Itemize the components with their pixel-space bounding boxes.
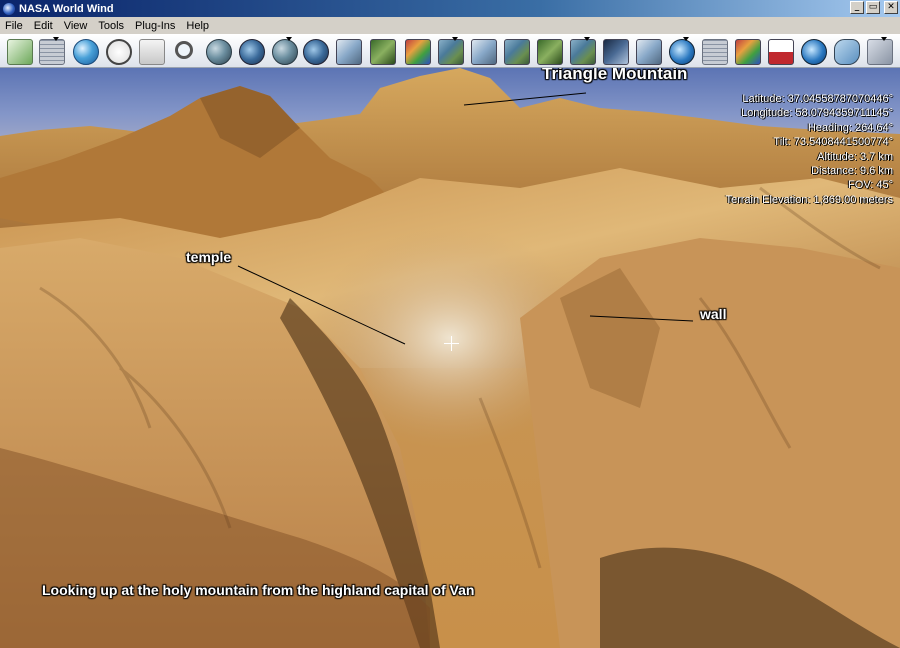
- caption: Looking up at the holy mountain from the…: [42, 582, 475, 598]
- heading-readout: Heading: 264.64°: [807, 121, 893, 134]
- layers-icon[interactable]: [7, 39, 33, 65]
- settings-dropdown-icon[interactable]: [867, 37, 893, 65]
- flag-icon[interactable]: [768, 39, 794, 65]
- disaster-icon[interactable]: [735, 39, 761, 65]
- srtm-icon[interactable]: [336, 39, 362, 65]
- earth-dropdown-icon[interactable]: [239, 39, 265, 65]
- toolbar: [0, 34, 900, 68]
- altitude-readout: Altitude: 3.7 km: [817, 150, 893, 163]
- menu-plugins[interactable]: Plug-Ins: [130, 20, 181, 32]
- menu-view[interactable]: View: [59, 20, 94, 32]
- label-temple: temple: [186, 249, 232, 265]
- globe-coin-icon[interactable]: [801, 39, 827, 65]
- usgs-grid-icon[interactable]: [636, 39, 662, 65]
- modis-icon[interactable]: [370, 39, 396, 65]
- chevron-down-icon: [584, 37, 590, 41]
- minimize-button[interactable]: _: [850, 1, 864, 14]
- scanned-map-icon[interactable]: [471, 39, 497, 65]
- maximize-button[interactable]: ▭: [866, 1, 880, 14]
- window-controls: _ ▭ ✕: [850, 1, 898, 14]
- nlt-landsat-icon[interactable]: [537, 39, 563, 65]
- landsat-icon[interactable]: [303, 39, 329, 65]
- globe-search-icon[interactable]: [669, 37, 695, 65]
- menu-edit[interactable]: Edit: [29, 20, 59, 32]
- menu-file[interactable]: File: [0, 20, 29, 32]
- geocover-icon[interactable]: [405, 39, 431, 65]
- latitude-readout: Latitude: 37.04558787070446°: [742, 93, 893, 105]
- menu-tools[interactable]: Tools: [93, 20, 130, 32]
- fov-readout: FOV: 45°: [848, 179, 893, 192]
- earth-icon[interactable]: [206, 39, 232, 65]
- menu-bar: File Edit View Tools Plug-Ins Help: [0, 17, 900, 34]
- chevron-down-icon: [286, 37, 292, 41]
- distance-readout: Distance: 9.6 km: [811, 165, 893, 178]
- window-title: NASA World Wind: [19, 2, 114, 15]
- chevron-down-icon: [683, 37, 689, 41]
- label-wall: wall: [700, 306, 727, 322]
- placenames-grid-icon[interactable]: [39, 37, 65, 65]
- title-bar: NASA World Wind _ ▭ ✕: [0, 0, 900, 17]
- close-button[interactable]: ✕: [884, 1, 898, 14]
- search-icon[interactable]: [175, 41, 193, 59]
- world-add-icon[interactable]: [272, 37, 298, 65]
- longitude-readout: Longitude: 58.0794359711145°: [740, 107, 893, 120]
- menu-help[interactable]: Help: [181, 20, 215, 32]
- document-icon[interactable]: [139, 39, 165, 65]
- nasa-logo-icon: [3, 2, 15, 15]
- chevron-down-icon: [452, 37, 458, 41]
- terrain-elevation-readout: Terrain Elevation: 1,869.00 meters: [725, 193, 893, 206]
- crosshair-icon: [444, 336, 459, 351]
- chevron-down-icon: [881, 37, 887, 41]
- rapidfire-icon[interactable]: [438, 37, 464, 65]
- label-triangle-mountain: Triangle Mountain: [542, 68, 688, 83]
- usgs-icon[interactable]: [504, 39, 530, 65]
- position-info-panel: Latitude: 37.04558787070446° Longitude: …: [725, 92, 893, 207]
- grid-lines-icon[interactable]: [702, 39, 728, 65]
- topo-map-icon[interactable]: [570, 37, 596, 65]
- satellite-dropdown-icon[interactable]: [603, 39, 629, 65]
- tilt-readout: Tilt: 73.5408441500774°: [773, 136, 893, 149]
- clock-icon[interactable]: [106, 39, 132, 65]
- chevron-down-icon: [53, 37, 59, 41]
- globe-viewport[interactable]: Triangle Mountain temple wall Looking up…: [0, 68, 900, 648]
- latlon-grid-icon[interactable]: [73, 39, 99, 65]
- usa-map-icon[interactable]: [834, 39, 860, 65]
